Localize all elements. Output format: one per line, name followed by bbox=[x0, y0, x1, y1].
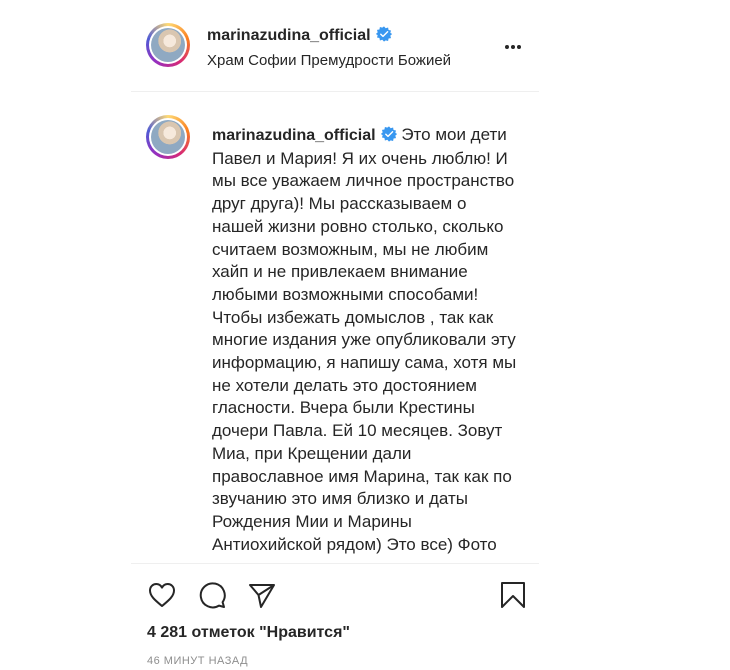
location-link[interactable]: Храм Софии Премудрости Божией bbox=[207, 52, 451, 69]
avatar[interactable] bbox=[146, 115, 190, 159]
comment-area[interactable]: marinazudina_official Это мои дети Павел… bbox=[131, 92, 539, 562]
avatar-photo bbox=[151, 120, 185, 154]
comment-bubble-icon[interactable] bbox=[197, 580, 227, 610]
more-options-icon[interactable] bbox=[505, 36, 527, 56]
bookmark-icon[interactable] bbox=[498, 580, 528, 610]
avatar[interactable] bbox=[146, 23, 190, 67]
caption-text: Это мои дети Павел и Мария! Я их очень л… bbox=[212, 125, 517, 554]
caption: marinazudina_official Это мои дети Павел… bbox=[212, 124, 517, 556]
caption-username[interactable]: marinazudina_official bbox=[212, 127, 376, 144]
username-text: marinazudina_official bbox=[207, 27, 371, 44]
timestamp[interactable]: 46 МИНУТ НАЗАД bbox=[147, 655, 248, 667]
heart-icon[interactable] bbox=[147, 580, 177, 610]
verified-badge-icon bbox=[380, 126, 397, 142]
verified-badge-icon bbox=[375, 26, 392, 42]
likes-count[interactable]: 4 281 отметок "Нравится" bbox=[147, 624, 350, 642]
action-bar bbox=[131, 564, 539, 619]
avatar-photo bbox=[151, 28, 185, 62]
username-link[interactable]: marinazudina_official bbox=[207, 26, 392, 45]
post-header: marinazudina_official Храм Софии Премудр… bbox=[131, 0, 539, 92]
paper-plane-icon[interactable] bbox=[247, 580, 277, 610]
